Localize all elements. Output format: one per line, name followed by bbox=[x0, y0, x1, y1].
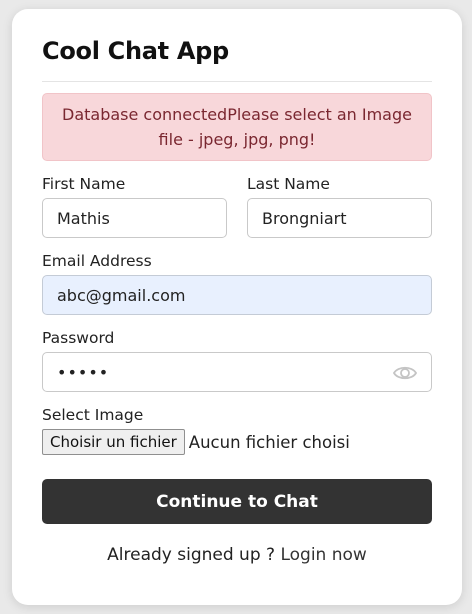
last-name-label: Last Name bbox=[247, 175, 330, 193]
image-label: Select Image bbox=[42, 406, 144, 424]
email-label: Email Address bbox=[42, 252, 152, 270]
password-label: Password bbox=[42, 329, 115, 347]
last-name-value: Brongniart bbox=[262, 208, 347, 228]
error-alert: Database connectedPlease select an Image… bbox=[42, 93, 432, 161]
choose-file-button[interactable]: Choisir un fichier bbox=[42, 429, 185, 455]
first-name-field[interactable]: Mathis bbox=[42, 198, 227, 238]
file-status: Aucun fichier choisi bbox=[188, 432, 350, 452]
eye-icon[interactable] bbox=[392, 363, 418, 383]
continue-to-chat-button[interactable]: Continue to Chat bbox=[42, 479, 432, 524]
password-value: ••••• bbox=[57, 362, 110, 382]
login-prompt-text: Already signed up ? bbox=[107, 545, 276, 565]
password-field[interactable]: ••••• bbox=[42, 352, 432, 392]
login-now-link[interactable]: Login now bbox=[280, 545, 366, 565]
last-name-field[interactable]: Brongniart bbox=[247, 198, 432, 238]
first-name-value: Mathis bbox=[57, 208, 110, 228]
signup-card: Cool Chat App Database connectedPlease s… bbox=[12, 9, 462, 605]
title-divider bbox=[42, 81, 432, 82]
email-field[interactable]: abc@gmail.com bbox=[42, 275, 432, 315]
first-name-label: First Name bbox=[42, 175, 126, 193]
file-input[interactable]: Choisir un fichier Aucun fichier choisi bbox=[42, 429, 350, 455]
page-title: Cool Chat App bbox=[42, 37, 229, 65]
email-value: abc@gmail.com bbox=[57, 285, 186, 305]
login-prompt: Already signed up ? Login now bbox=[12, 545, 462, 565]
